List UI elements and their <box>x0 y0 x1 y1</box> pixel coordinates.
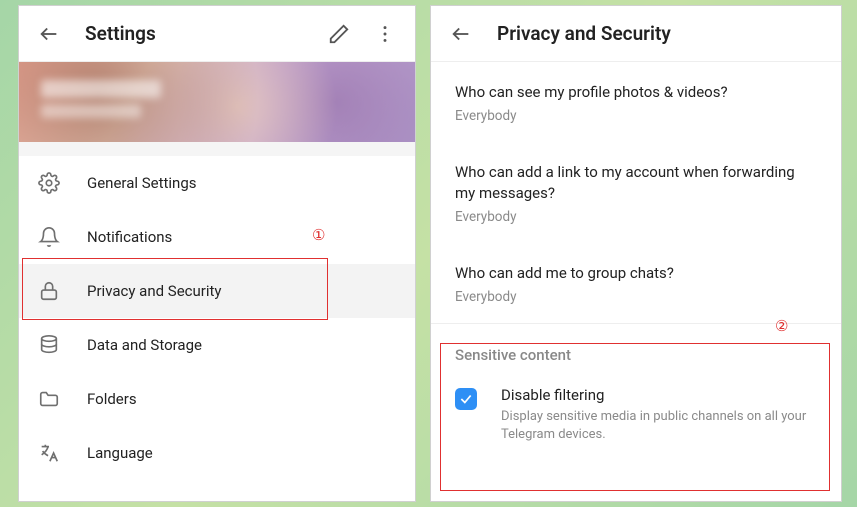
database-icon <box>37 333 61 357</box>
sidebar-item-language[interactable]: Language <box>19 426 415 480</box>
sidebar-item-data-storage[interactable]: Data and Storage <box>19 318 415 372</box>
checkbox-checked[interactable] <box>455 388 477 410</box>
profile-status-placeholder <box>41 104 141 118</box>
profile-banner[interactable] <box>19 62 415 142</box>
pencil-icon <box>328 23 350 45</box>
row-title: Who can add me to group chats? <box>455 263 817 283</box>
section-sensitive-content: Sensitive content <box>455 324 817 370</box>
profile-name-placeholder <box>41 80 161 98</box>
gear-icon <box>37 171 61 195</box>
more-button[interactable] <box>365 14 405 54</box>
sidebar-item-general[interactable]: General Settings <box>19 156 415 210</box>
language-icon <box>37 441 61 465</box>
more-vertical-icon <box>374 23 396 45</box>
sidebar-item-notifications[interactable]: Notifications <box>19 210 415 264</box>
bell-icon <box>37 225 61 249</box>
row-value: Everybody <box>455 289 817 305</box>
settings-header: Settings <box>19 6 415 62</box>
row-title: Who can see my profile photos & videos? <box>455 82 817 102</box>
section-gap <box>19 142 415 156</box>
folder-icon <box>37 387 61 411</box>
privacy-row-profile-photos[interactable]: Who can see my profile photos & videos? … <box>455 62 817 142</box>
menu-label: General Settings <box>87 174 197 192</box>
row-value: Everybody <box>455 108 817 124</box>
privacy-row-forward-link[interactable]: Who can add a link to my account when fo… <box>455 142 817 243</box>
toggle-title: Disable filtering <box>501 386 817 404</box>
row-title: Who can add a link to my account when fo… <box>455 162 817 203</box>
menu-label: Data and Storage <box>87 336 202 354</box>
back-button[interactable] <box>441 14 481 54</box>
menu-label: Language <box>87 444 153 462</box>
row-value: Everybody <box>455 209 817 225</box>
sidebar-item-privacy[interactable]: Privacy and Security <box>19 264 415 318</box>
privacy-header: Privacy and Security <box>431 6 841 62</box>
profile-image-blur <box>19 62 415 142</box>
privacy-row-group-chats[interactable]: Who can add me to group chats? Everybody <box>455 243 817 323</box>
menu-label: Privacy and Security <box>87 282 222 300</box>
lock-icon <box>37 279 61 303</box>
privacy-body: Who can see my profile photos & videos? … <box>431 62 841 468</box>
privacy-panel: Privacy and Security Who can see my prof… <box>430 5 842 502</box>
sidebar-item-folders[interactable]: Folders <box>19 372 415 426</box>
toggle-disable-filtering[interactable]: Disable filtering Display sensitive medi… <box>455 370 817 468</box>
settings-title: Settings <box>75 22 313 45</box>
arrow-left-icon <box>450 23 472 45</box>
privacy-title: Privacy and Security <box>487 22 831 45</box>
menu-label: Notifications <box>87 228 172 246</box>
arrow-left-icon <box>38 23 60 45</box>
toggle-text: Disable filtering Display sensitive medi… <box>501 386 817 444</box>
toggle-description: Display sensitive media in public channe… <box>501 408 817 444</box>
back-button[interactable] <box>29 14 69 54</box>
menu-label: Folders <box>87 390 137 408</box>
check-icon <box>459 392 473 406</box>
settings-menu: General Settings Notifications Privacy a… <box>19 156 415 480</box>
settings-panel: Settings General Settings Notifications <box>18 5 416 502</box>
edit-button[interactable] <box>319 14 359 54</box>
